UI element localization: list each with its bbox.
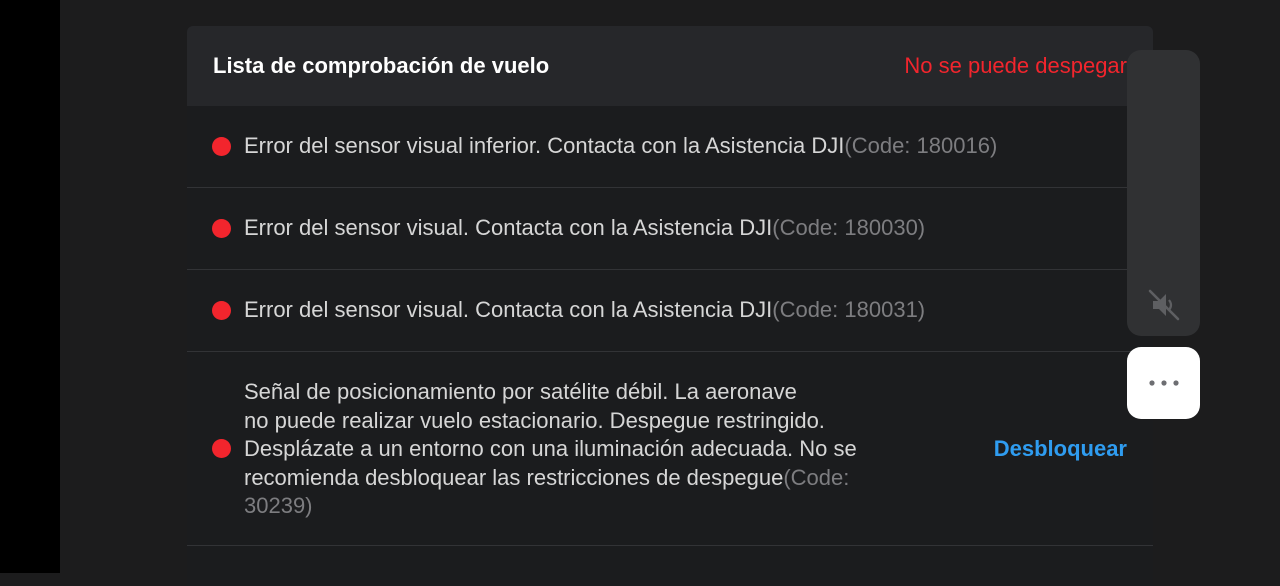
checklist-item: Señal de posicionamiento por satélite dé… [187, 352, 1153, 546]
checklist-item: Error del sensor visual. Contacta con la… [187, 188, 1153, 270]
error-indicator-dot [212, 301, 231, 320]
checklist-item-message-line: no puede realizar vuelo estacionario. De… [244, 407, 825, 433]
error-indicator-dot [212, 219, 231, 238]
takeoff-status: No se puede despegar [904, 53, 1127, 78]
checklist-item-message-line: Desplázate a un entorno con una iluminac… [244, 436, 857, 461]
checklist-item-text: Señal de posicionamiento por satélite dé… [244, 378, 916, 521]
flight-checklist-panel: Lista de comprobación de vuelo No se pue… [187, 26, 1153, 586]
error-code: (Code: 180030) [772, 215, 926, 241]
side-control-pill [1127, 50, 1200, 336]
checklist-item-text: Error del sensor visual inferior. Contac… [244, 132, 997, 161]
checklist-item-message-line: recomienda desbloquear las restricciones… [244, 464, 784, 490]
checklist-item-message: Error del sensor visual. Contacta con la… [244, 297, 773, 323]
error-code: (Code: 180016) [844, 133, 998, 159]
checklist-item-text: Error del sensor visual. Contacta con la… [244, 214, 925, 243]
more-horizontal-icon [1148, 380, 1179, 386]
checklist-title: Lista de comprobación de vuelo [213, 53, 550, 78]
error-indicator-dot [212, 137, 231, 156]
more-options-button[interactable] [1127, 347, 1200, 419]
checklist-item-text: Error del sensor visual. Contacta con la… [244, 296, 925, 325]
left-edge-band [0, 0, 60, 573]
unlock-button[interactable]: Desbloquear [994, 436, 1127, 462]
error-code: (Code: 180031) [772, 297, 926, 323]
checklist-item-message: Error del sensor visual. Contacta con la… [244, 215, 773, 241]
checklist-item: Error del sensor visual. Contacta con la… [187, 270, 1153, 352]
speaker-muted-icon[interactable] [1145, 286, 1183, 324]
checklist-item-message: Error del sensor visual inferior. Contac… [244, 133, 845, 159]
checklist-item-message-line: Señal de posicionamiento por satélite dé… [244, 379, 797, 404]
checklist-header: Lista de comprobación de vuelo No se pue… [187, 26, 1153, 106]
checklist-item: Error del sensor visual inferior. Contac… [187, 106, 1153, 188]
error-indicator-dot [212, 439, 231, 458]
